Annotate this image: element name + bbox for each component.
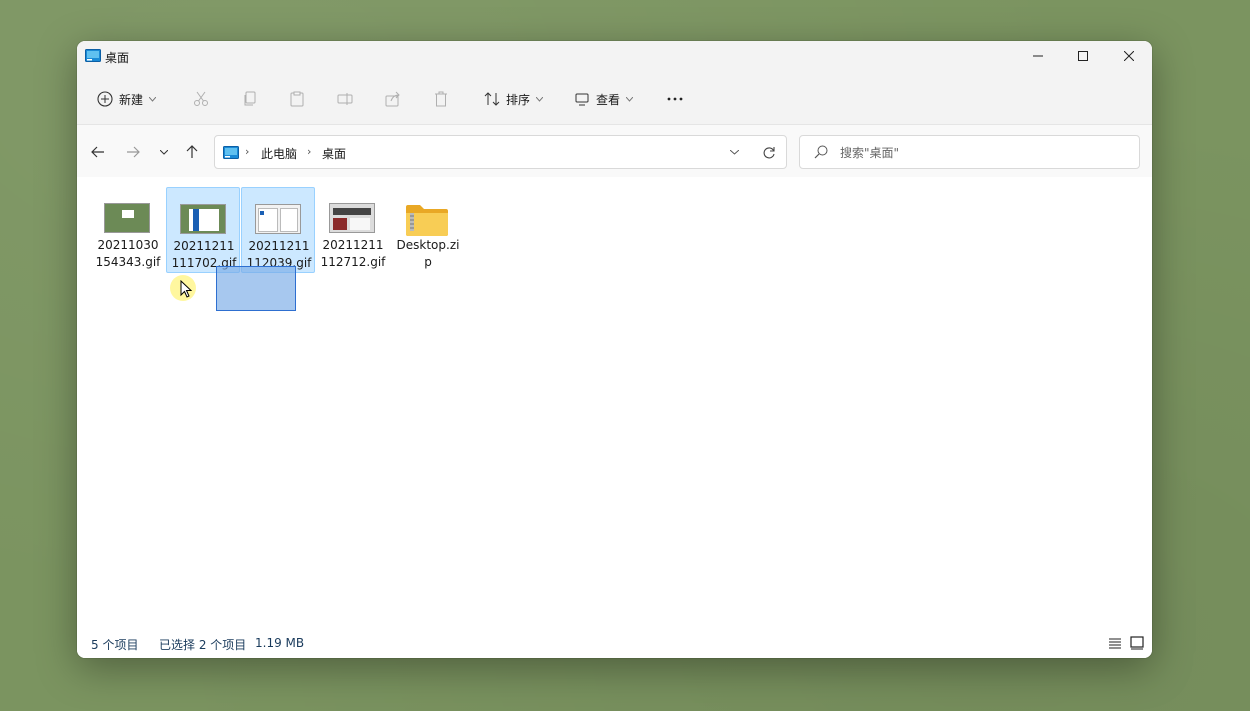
cut-button[interactable] [193,87,209,111]
navigation-bar: › 此电脑 › 桌面 [77,125,1152,177]
arrow-left-icon [91,146,104,158]
plus-circle-icon [97,91,113,107]
selected-size: 1.19 MB [255,636,305,650]
rename-button[interactable] [337,87,353,111]
address-history-chevron-icon[interactable] [730,150,739,155]
file-item[interactable]: 20211030 154343.gif [91,187,165,273]
more-options-button[interactable] [666,87,684,111]
breadcrumb-this-pc[interactable]: 此电脑 [261,145,297,162]
drag-preview [216,266,296,311]
new-button[interactable]: 新建 [97,87,157,111]
gif-thumbnail [104,203,150,233]
mouse-cursor-icon [180,280,192,298]
view-monitor-icon [575,93,589,106]
search-box[interactable] [799,135,1140,169]
scissors-icon [194,91,208,106]
refresh-icon[interactable] [762,146,776,160]
maximize-icon [1078,51,1088,61]
minimize-button[interactable] [1015,41,1061,71]
desktop-folder-icon [223,146,239,159]
close-button[interactable] [1106,41,1152,71]
gif-thumbnail [180,204,226,234]
file-name: 20211211 112712.gif [320,238,386,269]
chevron-down-icon [626,96,634,102]
view-label: 查看 [596,92,621,107]
minimize-icon [1033,55,1043,57]
breadcrumb-separator-icon: › [245,145,250,158]
up-button[interactable] [181,143,203,161]
chevron-down-icon [149,96,157,102]
share-icon [385,91,400,107]
breadcrumb-desktop[interactable]: 桌面 [322,145,346,162]
recent-locations-button[interactable] [153,143,175,161]
file-item[interactable]: 20211211 112712.gif [316,187,390,273]
gif-thumbnail [329,203,375,233]
copy-button[interactable] [242,87,258,111]
new-label: 新建 [119,92,144,107]
search-input[interactable] [840,143,1120,163]
back-button[interactable] [87,143,109,161]
search-icon [814,145,828,159]
maximize-button[interactable] [1060,41,1106,71]
item-count: 5 个项目 [91,638,139,652]
selected-count: 已选择 2 个项目 [159,638,247,652]
address-bar[interactable]: › 此电脑 › 桌面 [214,135,787,169]
sort-label: 排序 [506,92,531,107]
desktop-folder-icon [85,49,101,62]
title-bar: 桌面 [77,41,1152,73]
paste-button[interactable] [289,87,305,111]
delete-button[interactable] [433,87,449,111]
file-item-selected[interactable]: 20211211 112039.gif [241,187,315,273]
file-name: Desktop.zi p [396,238,460,269]
gif-thumbnail [255,204,301,234]
zip-folder-icon [406,205,448,236]
details-view-icon[interactable] [1107,635,1123,651]
close-icon [1124,51,1134,61]
chevron-down-icon [536,96,544,102]
breadcrumb-separator-icon: › [307,145,312,158]
arrow-up-icon [186,145,198,158]
view-button[interactable]: 查看 [574,87,634,111]
chevron-down-icon [160,149,168,155]
status-bar: 5 个项目 已选择 2 个项目 1.19 MB [77,628,1152,658]
copy-icon [244,91,256,106]
trash-icon [435,91,447,107]
file-item[interactable]: Desktop.zi p [391,187,465,273]
file-explorer-window: 桌面 新建 排序 查看 › 此电脑 › 桌面 搜索"桌面" 20211030 1… [77,41,1152,658]
more-dots-icon [667,97,683,101]
file-list-area[interactable]: 20211030 154343.gif 20211211 111702.gif 20… [77,177,1152,628]
rename-icon [337,93,353,105]
file-name: 20211030 154343.gif [95,238,161,269]
window-title: 桌面 [105,51,130,65]
large-icons-view-icon[interactable] [1129,635,1145,651]
command-bar: 新建 排序 查看 [77,73,1152,125]
arrow-right-icon [127,146,140,158]
forward-button[interactable] [122,143,144,161]
clipboard-icon [290,91,304,107]
share-button[interactable] [385,87,401,111]
sort-arrows-icon [484,92,500,106]
file-item-selected[interactable]: 20211211 111702.gif [166,187,240,273]
sort-button[interactable]: 排序 [484,87,544,111]
